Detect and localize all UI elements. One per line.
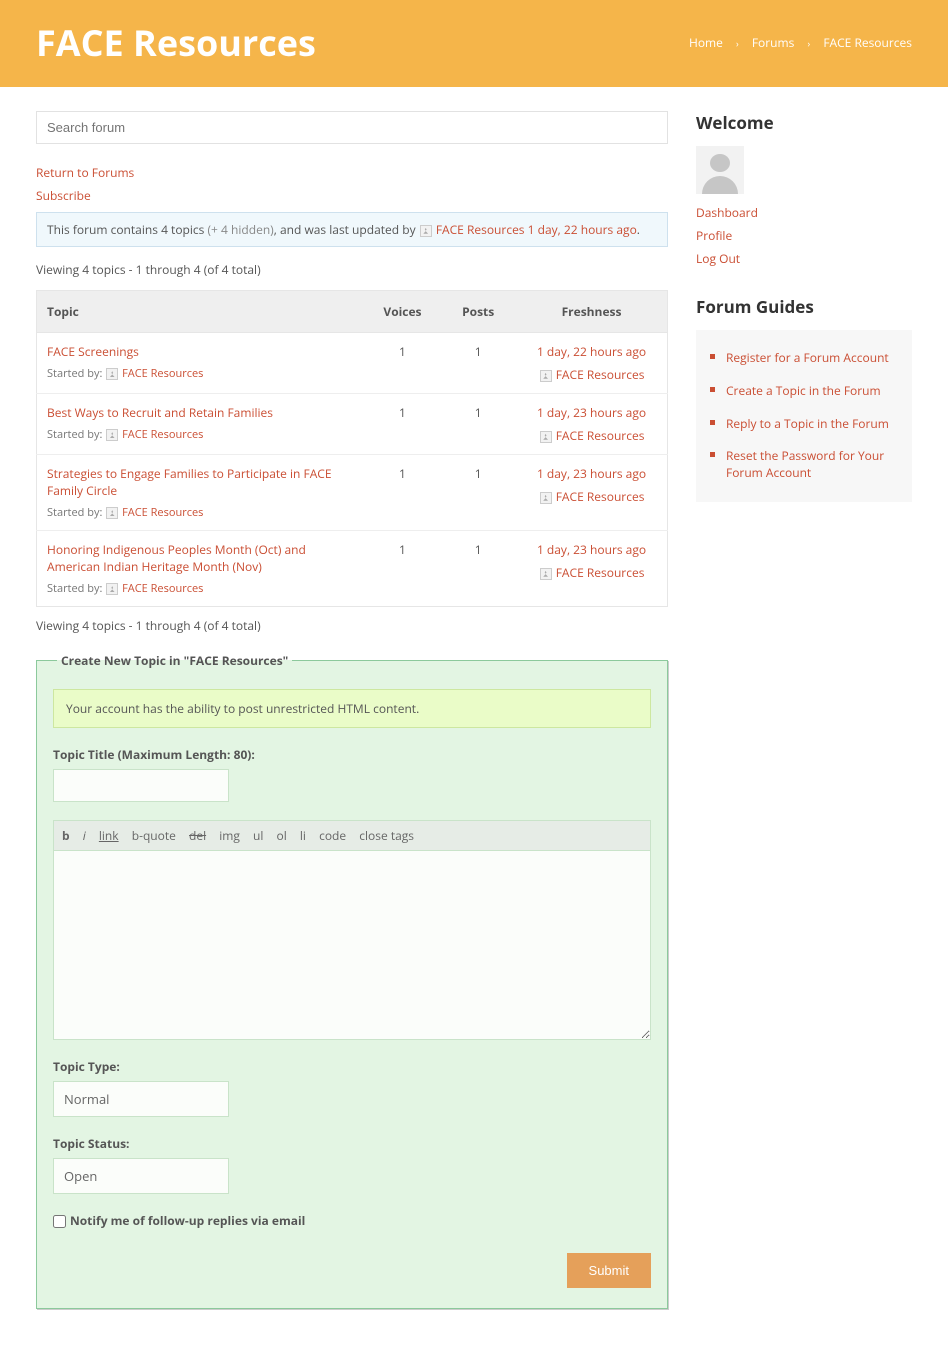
col-freshness: Freshness <box>516 291 667 333</box>
tool-ul[interactable]: ul <box>253 827 263 844</box>
guide-link[interactable]: Register for a Forum Account <box>726 349 889 366</box>
logout-link[interactable]: Log Out <box>696 250 912 267</box>
table-row: FACE ScreeningsStarted by: FACE Resource… <box>37 333 668 394</box>
update-time-link[interactable]: 1 day, 22 hours ago <box>525 221 637 238</box>
tool-del[interactable]: del <box>189 827 206 844</box>
topic-title-input[interactable] <box>53 769 229 802</box>
breadcrumb-current: FACE Resources <box>823 34 912 51</box>
tool-code[interactable]: code <box>319 827 346 844</box>
author-link[interactable]: FACE Resources <box>122 505 203 520</box>
tool-close-tags[interactable]: close tags <box>359 827 414 844</box>
topic-link[interactable]: Strategies to Engage Families to Partici… <box>47 465 332 499</box>
editor-textarea[interactable] <box>53 850 651 1040</box>
author-link[interactable]: FACE Resources <box>556 427 645 444</box>
avatar-icon <box>106 507 118 519</box>
author-link[interactable]: FACE Resources <box>556 488 645 505</box>
tool-link[interactable]: link <box>99 827 119 844</box>
breadcrumb-home[interactable]: Home <box>689 34 723 51</box>
posts-cell: 1 <box>440 531 516 607</box>
topic-link[interactable]: FACE Screenings <box>47 343 139 360</box>
author-link[interactable]: FACE Resources <box>122 427 203 442</box>
notify-label: Notify me of follow-up replies via email <box>70 1212 305 1229</box>
voices-cell: 1 <box>365 531 441 607</box>
col-posts: Posts <box>440 291 516 333</box>
tool-li[interactable]: li <box>300 827 306 844</box>
topic-link[interactable]: Best Ways to Recruit and Retain Families <box>47 404 273 421</box>
freshness-link[interactable]: 1 day, 23 hours ago <box>537 465 646 482</box>
page-header: FACE Resources Home › Forums › FACE Reso… <box>0 0 948 87</box>
search-input[interactable] <box>36 111 668 144</box>
avatar-icon <box>420 225 432 237</box>
topic-status-select[interactable]: Open <box>53 1158 229 1194</box>
dashboard-link[interactable]: Dashboard <box>696 204 912 221</box>
avatar-icon <box>106 429 118 441</box>
freshness-link[interactable]: 1 day, 23 hours ago <box>537 404 646 421</box>
viewing-count-top: Viewing 4 topics - 1 through 4 (of 4 tot… <box>36 261 668 278</box>
topics-table: Topic Voices Posts Freshness FACE Screen… <box>36 290 668 607</box>
list-item: Register for a Forum Account <box>710 342 898 375</box>
posts-cell: 1 <box>440 333 516 394</box>
create-topic-form: Create New Topic in "FACE Resources" You… <box>36 652 668 1309</box>
posts-cell: 1 <box>440 455 516 531</box>
voices-cell: 1 <box>365 455 441 531</box>
page-title: FACE Resources <box>36 18 316 67</box>
author-link[interactable]: FACE Resources <box>556 564 645 581</box>
chevron-right-icon: › <box>807 37 810 50</box>
form-legend: Create New Topic in "FACE Resources" <box>57 652 292 669</box>
welcome-heading: Welcome <box>696 111 912 134</box>
freshness-link[interactable]: 1 day, 23 hours ago <box>537 541 646 558</box>
tool-bold[interactable]: b <box>62 827 70 844</box>
chevron-right-icon: › <box>736 37 739 50</box>
return-link[interactable]: Return to Forums <box>36 164 134 181</box>
tool-bquote[interactable]: b-quote <box>132 827 176 844</box>
topic-link[interactable]: Honoring Indigenous Peoples Month (Oct) … <box>47 541 306 575</box>
breadcrumb: Home › Forums › FACE Resources <box>689 34 912 51</box>
author-link[interactable]: FACE Resources <box>556 366 645 383</box>
voices-cell: 1 <box>365 333 441 394</box>
table-row: Strategies to Engage Families to Partici… <box>37 455 668 531</box>
viewing-count-bottom: Viewing 4 topics - 1 through 4 (of 4 tot… <box>36 617 668 634</box>
tool-img[interactable]: img <box>219 827 240 844</box>
author-link[interactable]: FACE Resources <box>122 581 203 596</box>
forum-guides-heading: Forum Guides <box>696 295 912 318</box>
col-voices: Voices <box>365 291 441 333</box>
posts-cell: 1 <box>440 394 516 455</box>
freshness-link[interactable]: 1 day, 22 hours ago <box>537 343 646 360</box>
avatar-icon <box>106 583 118 595</box>
topic-type-label: Topic Type: <box>53 1058 651 1075</box>
avatar-icon <box>540 370 552 382</box>
updater-link[interactable]: FACE Resources <box>436 221 525 238</box>
guide-link[interactable]: Create a Topic in the Forum <box>726 382 881 399</box>
avatar-icon <box>540 431 552 443</box>
avatar-icon <box>540 568 552 580</box>
profile-link[interactable]: Profile <box>696 227 912 244</box>
forum-info: This forum contains 4 topics (+ 4 hidden… <box>36 212 668 247</box>
avatar-icon <box>540 492 552 504</box>
tool-italic[interactable]: i <box>83 827 86 844</box>
table-row: Honoring Indigenous Peoples Month (Oct) … <box>37 531 668 607</box>
editor-toolbar: b i link b-quote del img ul ol li code c… <box>53 820 651 850</box>
list-item: Reply to a Topic in the Forum <box>710 408 898 441</box>
notify-checkbox[interactable] <box>53 1215 66 1228</box>
guide-link[interactable]: Reset the Password for Your Forum Accoun… <box>726 447 884 481</box>
user-avatar <box>696 146 744 194</box>
author-link[interactable]: FACE Resources <box>122 366 203 381</box>
guide-link[interactable]: Reply to a Topic in the Forum <box>726 415 889 432</box>
forum-guides-list: Register for a Forum Account Create a Top… <box>696 330 912 502</box>
table-row: Best Ways to Recruit and Retain Families… <box>37 394 668 455</box>
form-notice: Your account has the ability to post unr… <box>53 689 651 728</box>
topic-status-label: Topic Status: <box>53 1135 651 1152</box>
avatar-icon <box>106 368 118 380</box>
tool-ol[interactable]: ol <box>277 827 287 844</box>
col-topic: Topic <box>37 291 365 333</box>
submit-button[interactable]: Submit <box>567 1253 651 1288</box>
list-item: Create a Topic in the Forum <box>710 375 898 408</box>
topic-title-label: Topic Title (Maximum Length: 80): <box>53 746 651 763</box>
subscribe-link[interactable]: Subscribe <box>36 187 91 204</box>
voices-cell: 1 <box>365 394 441 455</box>
list-item: Reset the Password for Your Forum Accoun… <box>710 440 898 490</box>
breadcrumb-forums[interactable]: Forums <box>752 34 795 51</box>
topic-type-select[interactable]: Normal <box>53 1081 229 1117</box>
